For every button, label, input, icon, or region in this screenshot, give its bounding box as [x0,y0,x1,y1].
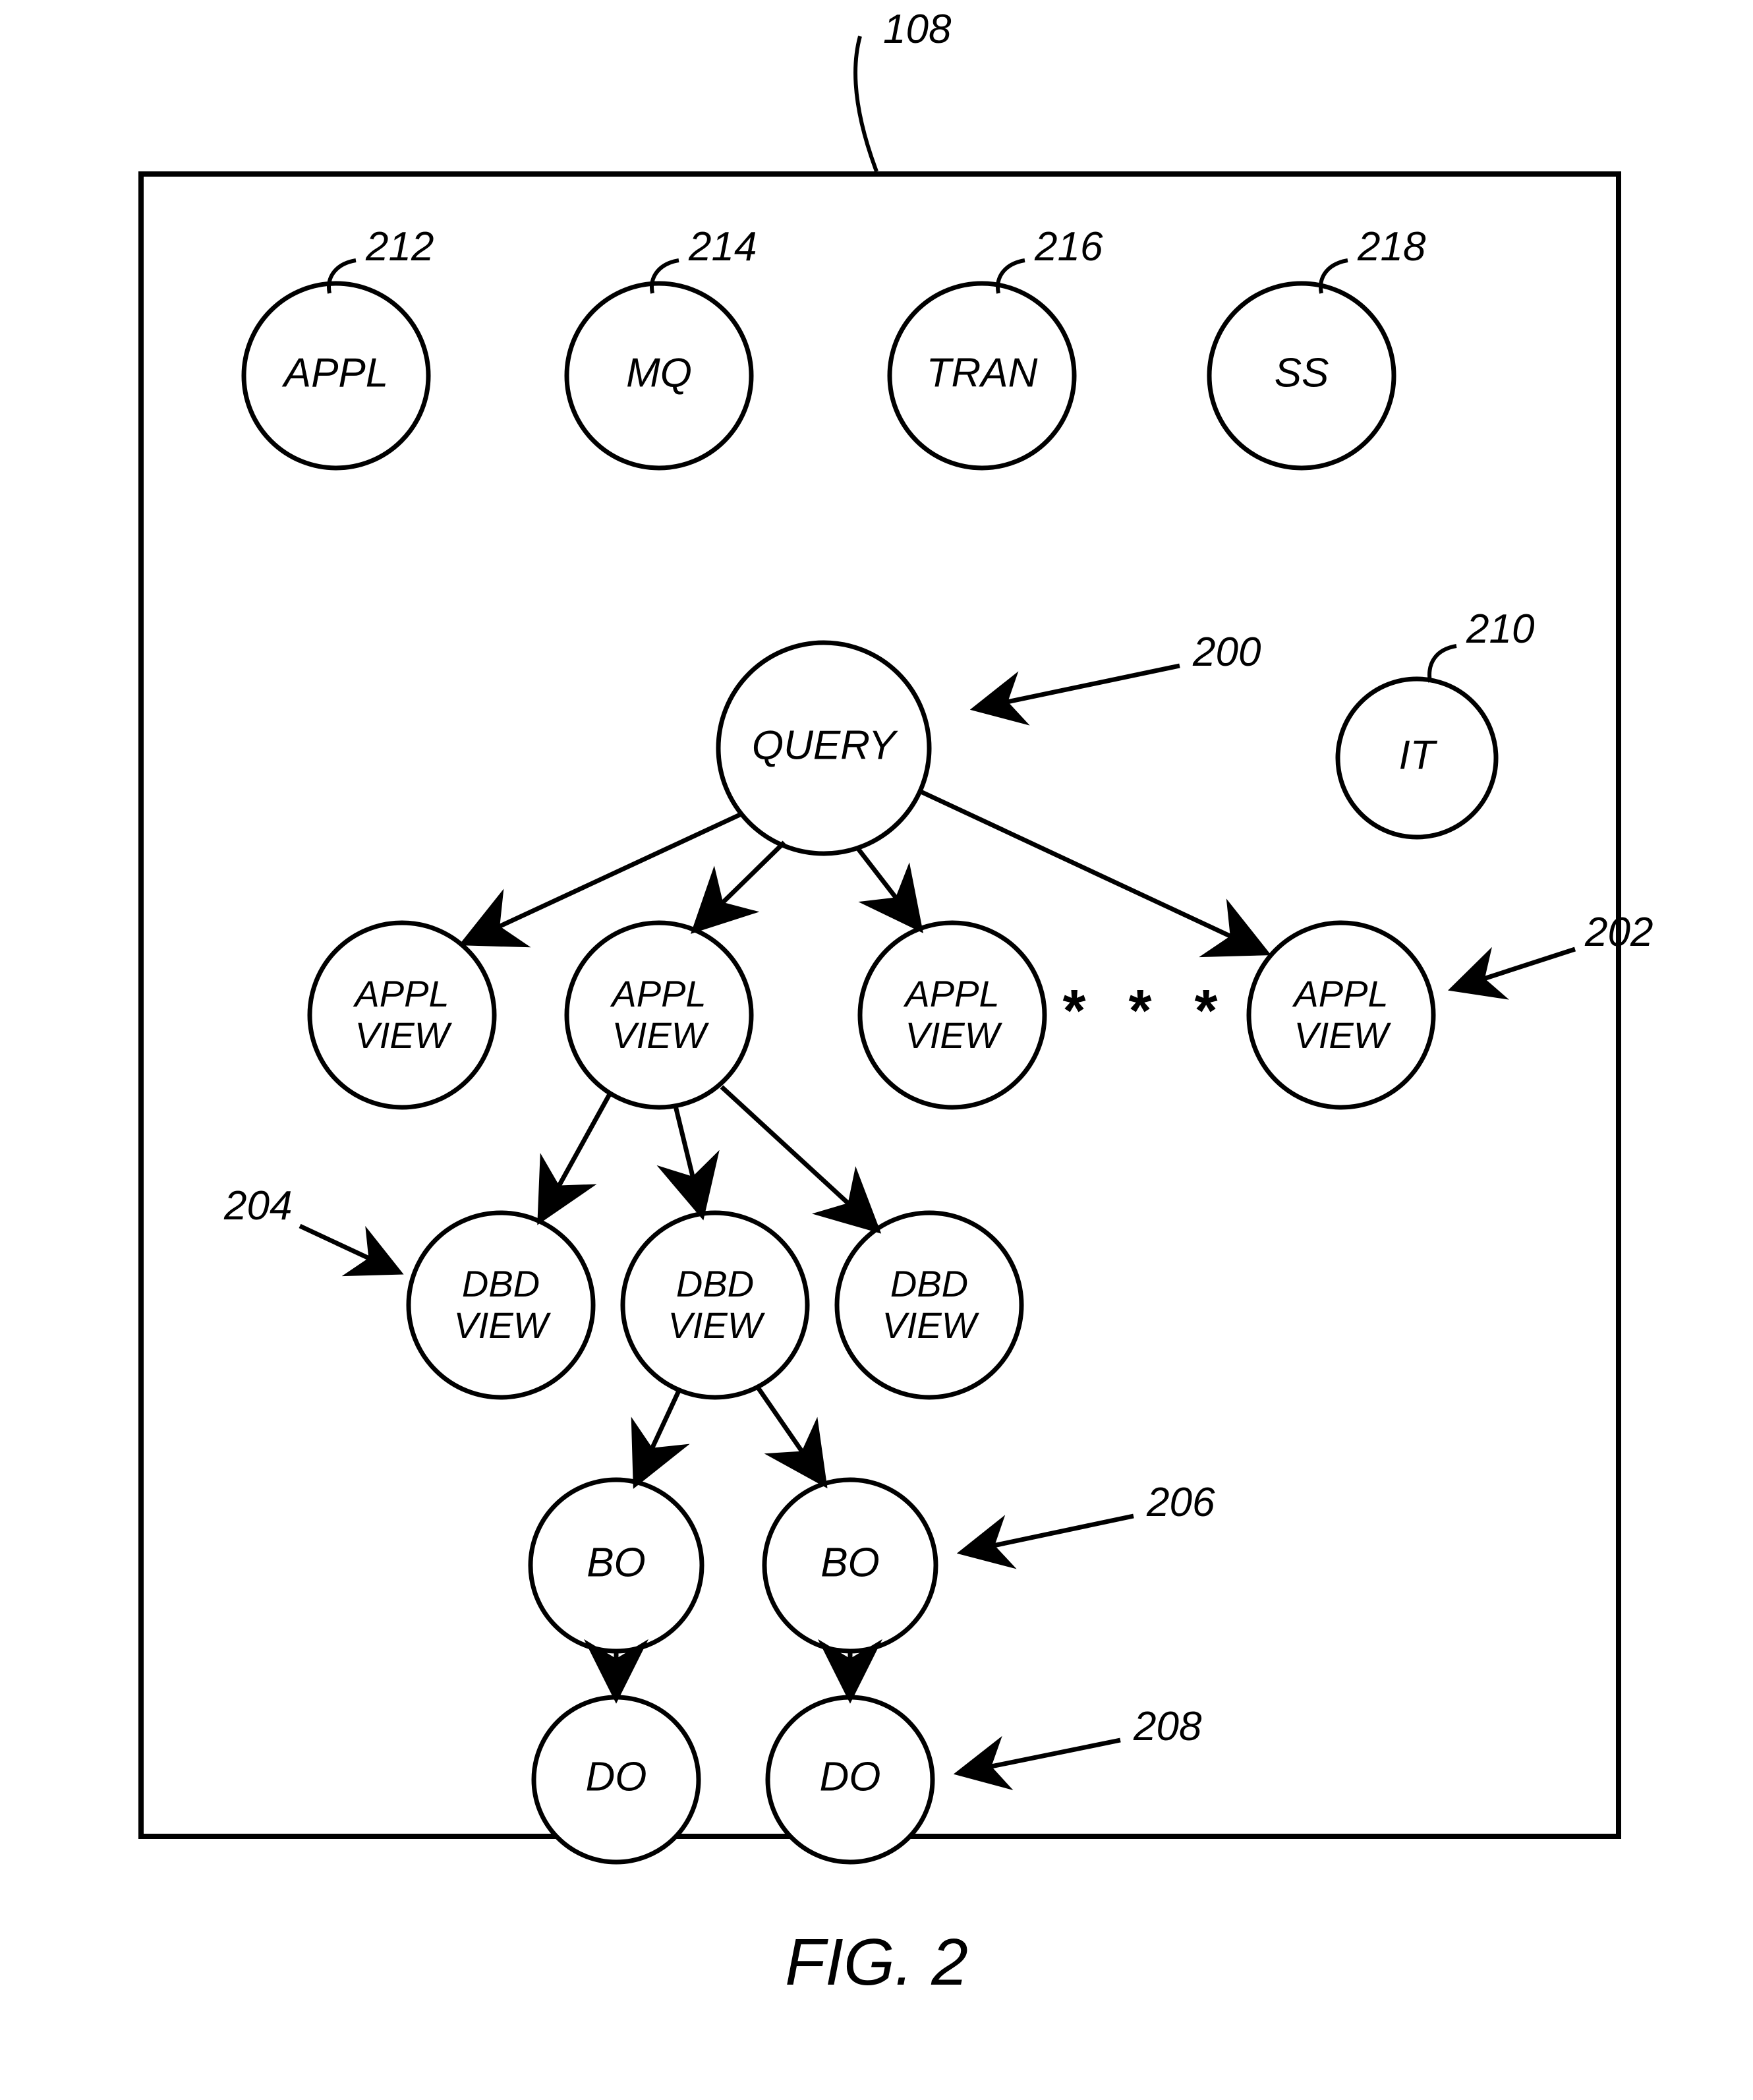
svg-text:IT: IT [1398,732,1437,778]
ref-204: 204 [223,1183,292,1229]
diagram-page: 108 APPL 212 MQ 214 TRAN 216 SS 218 IT 2… [0,0,1753,2100]
svg-text:DBD: DBD [462,1263,540,1304]
ref-214: 214 [688,224,757,270]
node-tran: TRAN [890,283,1074,468]
svg-text:BO: BO [587,1540,646,1585]
node-it: IT [1338,679,1496,837]
svg-text:SS: SS [1275,350,1329,395]
node-appl-view-4: APPL VIEW [1249,923,1433,1107]
svg-text:APPL: APPL [353,973,449,1014]
svg-text:APPL: APPL [281,350,389,395]
ref-202: 202 [1584,910,1653,955]
svg-text:APPL: APPL [610,973,706,1014]
svg-text:DBD: DBD [676,1263,754,1304]
node-bo-1: BO [531,1480,702,1651]
svg-text:QUERY: QUERY [752,722,899,768]
svg-text:DO: DO [586,1754,647,1799]
node-dbd-view-1: DBD VIEW [409,1213,593,1397]
figure-caption: FIG. 2 [0,1925,1753,2000]
node-mq: MQ [567,283,751,468]
ref-216: 216 [1034,224,1103,270]
ref-212: 212 [365,224,434,270]
node-dbd-view-3: DBD VIEW [837,1213,1021,1397]
ref-218: 218 [1357,224,1426,270]
svg-text:VIEW: VIEW [905,1014,1002,1056]
svg-text:MQ: MQ [626,350,692,395]
node-dbd-view-2: DBD VIEW [623,1213,807,1397]
svg-text:VIEW: VIEW [668,1304,765,1346]
svg-text:VIEW: VIEW [882,1304,979,1346]
svg-text:VIEW: VIEW [1294,1014,1391,1056]
ref-208: 208 [1133,1704,1202,1749]
svg-text:APPL: APPL [1292,973,1388,1014]
node-appl-view-1: APPL VIEW [310,923,494,1107]
svg-text:VIEW: VIEW [453,1304,551,1346]
ref-108: 108 [883,7,952,52]
diagram-svg: 108 APPL 212 MQ 214 TRAN 216 SS 218 IT 2… [0,0,1753,2100]
svg-text:TRAN: TRAN [927,350,1038,395]
svg-text:DBD: DBD [890,1263,968,1304]
svg-text:APPL: APPL [903,973,999,1014]
svg-text:DO: DO [820,1754,881,1799]
svg-text:VIEW: VIEW [612,1014,709,1056]
node-query: QUERY [718,643,929,854]
node-do-2: DO [768,1697,933,1862]
ref-210: 210 [1466,606,1534,652]
ref-200: 200 [1192,629,1261,675]
node-appl-view-3: APPL VIEW [860,923,1045,1107]
node-bo-2: BO [764,1480,936,1651]
svg-text:VIEW: VIEW [355,1014,452,1056]
node-appl: APPL [244,283,428,468]
ellipsis: * * * [1062,978,1230,1044]
ref-206: 206 [1146,1480,1215,1525]
node-ss: SS [1209,283,1394,468]
node-appl-view-2: APPL VIEW [567,923,751,1107]
svg-text:BO: BO [820,1540,880,1585]
node-do-1: DO [534,1697,699,1862]
